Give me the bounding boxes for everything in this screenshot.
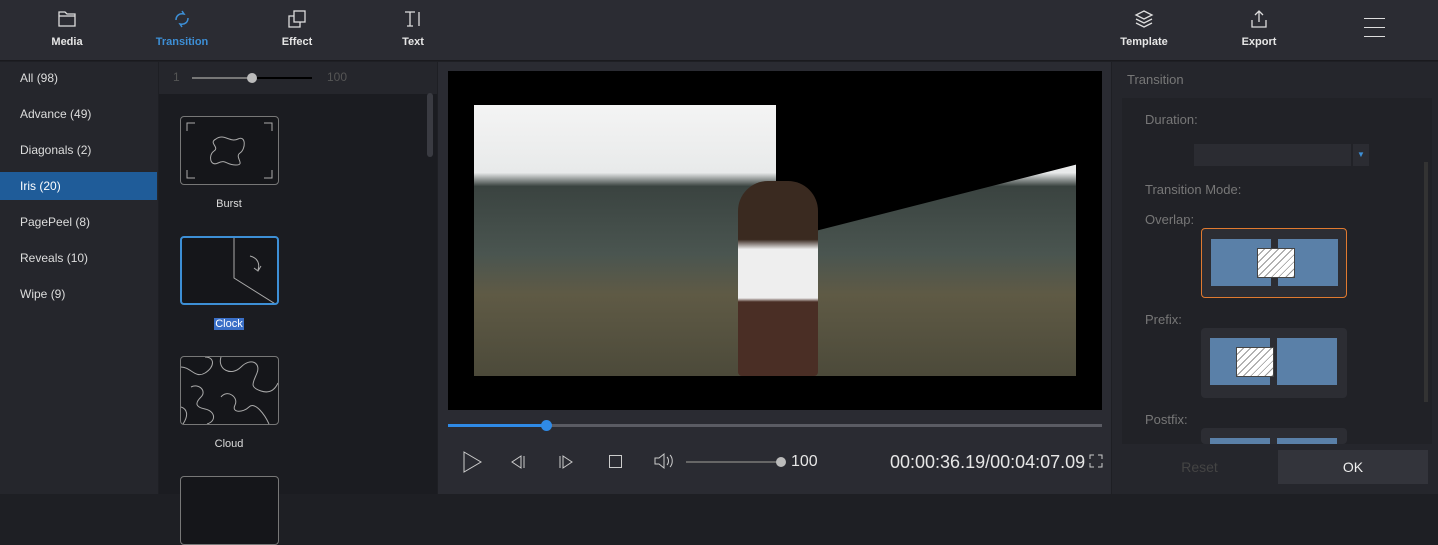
preview-panel: 100 00:00:36.19/00:04:07.09 [438,62,1111,494]
export-button[interactable]: Export [1214,8,1304,48]
panel-scrollbar[interactable] [1424,162,1428,402]
duration-dropdown-icon[interactable]: ▼ [1353,144,1369,166]
play-icon[interactable] [462,451,482,473]
transition-label-clock: Clock [214,318,244,330]
postfix-label: Postfix: [1145,412,1188,427]
transition-mode-label: Transition Mode: [1145,182,1242,197]
category-wipe[interactable]: Wipe (9) [0,280,158,316]
prefix-label: Prefix: [1145,312,1182,327]
seek-thumb[interactable] [541,420,553,431]
template-label: Template [1120,36,1168,48]
mode-postfix[interactable] [1201,428,1347,444]
top-toolbar: Media Transition Effect Text Template Ex… [0,0,1438,61]
slider-max: 100 [327,70,348,84]
mode-overlap[interactable] [1201,228,1347,298]
layers-icon [1134,10,1154,28]
media-label: Media [51,36,83,48]
category-list: All (98) Advance (49) Diagonals (2) Iris… [0,62,158,494]
volume-icon[interactable] [654,452,674,470]
zoom-slider[interactable] [192,73,312,83]
effect-button[interactable]: Effect [252,8,342,48]
duration-field[interactable] [1194,144,1351,166]
category-iris[interactable]: Iris (20) [0,172,157,200]
template-button[interactable]: Template [1099,8,1189,48]
text-label: Text [402,36,424,48]
category-diagonals[interactable]: Diagonals (2) [0,136,158,172]
overlap-label: Overlap: [1145,212,1195,227]
panel-title: Transition [1127,72,1184,87]
effect-label: Effect [281,36,313,48]
list-scrollbar[interactable] [427,93,433,157]
reset-button[interactable]: Reset [1122,450,1277,484]
time-display: 00:00:36.19/00:04:07.09 [890,452,1086,472]
transition-label-burst: Burst [216,198,242,210]
seek-bar[interactable] [448,420,1102,431]
text-button[interactable]: Text [368,8,458,48]
category-all[interactable]: All (98) [0,64,158,100]
next-frame-icon[interactable] [558,454,574,470]
person-figure [738,181,818,376]
export-label: Export [1241,36,1277,48]
export-icon [1251,10,1267,28]
volume-slider[interactable] [686,457,786,467]
slider-min: 1 [173,70,180,84]
mode-prefix[interactable] [1201,328,1347,398]
category-reveals[interactable]: Reveals (10) [0,244,158,280]
menu-icon[interactable] [1364,18,1385,37]
media-button[interactable]: Media [22,8,112,48]
transition-list: 1 100 Burst Clock Cloud [159,62,437,545]
burst-icon [186,122,273,179]
zoom-slider-row: 1 100 [159,62,437,94]
transition-next[interactable] [180,476,279,545]
transition-burst[interactable] [180,116,279,185]
video-preview [448,71,1102,410]
fullscreen-icon[interactable] [1089,454,1103,468]
category-pagepeel[interactable]: PagePeel (8) [0,208,158,244]
cloud-icon [180,356,279,425]
transition-clock[interactable] [180,236,279,306]
effect-icon [288,10,306,28]
slider-thumb[interactable] [247,73,257,83]
category-advance[interactable]: Advance (49) [0,100,158,136]
folder-icon [58,11,76,27]
transition-cloud[interactable] [180,356,279,425]
stop-icon[interactable] [608,454,624,470]
transition-button[interactable]: Transition [137,8,227,48]
volume-value: 100 [791,453,818,470]
volume-thumb[interactable] [776,457,786,467]
transition-label-cloud: Cloud [214,438,244,450]
clock-icon [233,238,278,306]
ok-button[interactable]: OK [1278,450,1428,484]
previous-frame-icon[interactable] [510,454,526,470]
duration-label: Duration: [1145,112,1198,127]
transition-settings-panel: Transition Duration: ▼ Transition Mode: … [1112,62,1438,494]
transition-icon [175,10,189,28]
transition-label: Transition [155,36,209,48]
text-icon [405,11,420,27]
